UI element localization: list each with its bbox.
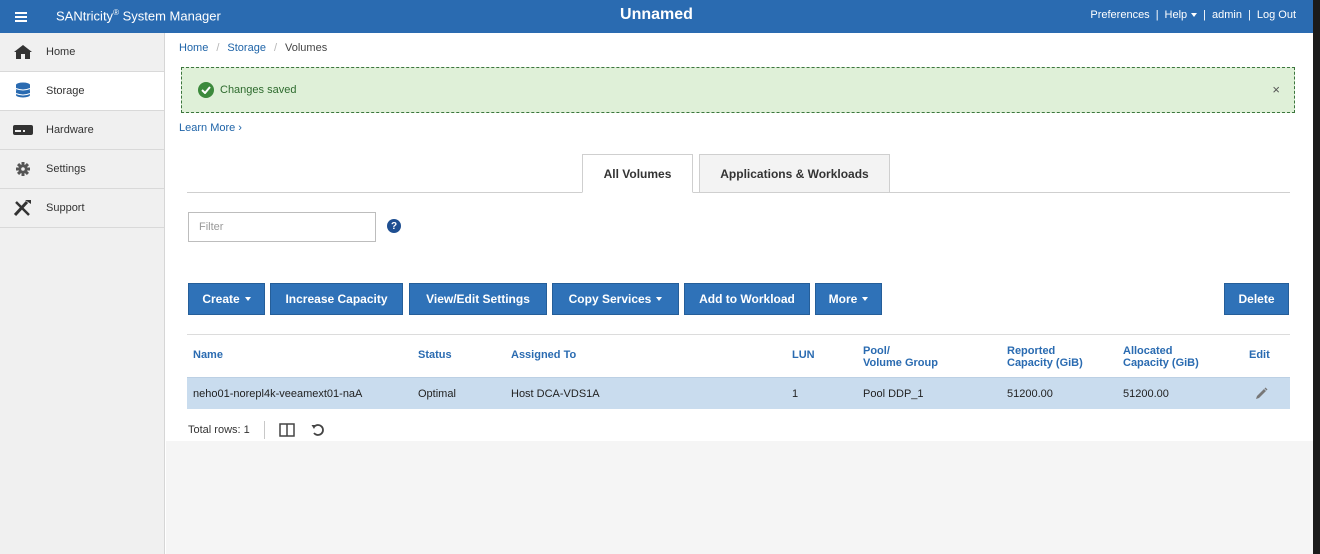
sidebar-item-label: Settings [46, 163, 86, 175]
header-separator: | [1203, 9, 1207, 21]
pencil-icon[interactable] [1253, 386, 1269, 405]
preferences-link[interactable]: Preferences [1090, 9, 1149, 21]
sidebar-item-support[interactable]: Support [0, 189, 164, 228]
header-separator: | [1155, 9, 1159, 21]
top-bar: SANtricity® System Manager Unnamed Prefe… [0, 0, 1313, 33]
sidebar-item-label: Storage [46, 85, 85, 97]
main-area: Home / Storage / Volumes Changes saved ×… [166, 33, 1313, 554]
column-header-lun[interactable]: LUN [792, 349, 815, 361]
sidebar-item-label: Home [46, 46, 76, 58]
header-separator: | [1248, 9, 1251, 21]
chevron-down-icon [862, 297, 869, 301]
cell-name: neho01-norepl4k-veeamext01-naA [193, 388, 363, 400]
column-header-allocated-capacity[interactable]: Allocated Capacity (GiB) [1123, 345, 1199, 369]
column-header-edit: Edit [1249, 349, 1270, 361]
column-header-name[interactable]: Name [193, 349, 223, 361]
sidebar-item-settings[interactable]: Settings [0, 150, 164, 189]
create-button[interactable]: Create [188, 283, 265, 315]
total-rows: Total rows: 1 [188, 424, 250, 436]
cell-assigned-to: Host DCA-VDS1A [511, 388, 600, 400]
sidebar-item-home[interactable]: Home [0, 33, 164, 72]
table-top-border [187, 334, 1290, 335]
footer-divider [263, 421, 265, 439]
hardware-icon [0, 124, 46, 136]
check-circle-icon [198, 82, 214, 98]
copy-services-button[interactable]: Copy Services [552, 283, 679, 315]
breadcrumb-current: Volumes [285, 42, 328, 54]
window-edge [1313, 0, 1320, 554]
column-header-pool[interactable]: Pool/Volume Group [863, 345, 938, 369]
sidebar: Home Storage Hardware Settings Support [0, 33, 165, 554]
tools-icon [0, 199, 46, 217]
close-icon[interactable]: × [1272, 82, 1280, 97]
menu-icon[interactable] [0, 0, 41, 33]
column-header-status[interactable]: Status [418, 349, 452, 361]
sidebar-item-label: Support [46, 202, 85, 214]
database-icon [0, 82, 46, 100]
increase-capacity-button[interactable]: Increase Capacity [270, 283, 403, 315]
user-link[interactable]: admin [1212, 9, 1242, 21]
table-row[interactable]: neho01-norepl4k-veeamext01-naA Optimal H… [187, 377, 1290, 409]
filter-input[interactable] [188, 212, 376, 242]
logout-link[interactable]: Log Out [1257, 9, 1296, 21]
cell-pool: Pool DDP_1 [863, 388, 924, 400]
breadcrumb-separator: / [216, 42, 220, 54]
tab-all-volumes[interactable]: All Volumes [582, 154, 693, 193]
chevron-down-icon [1191, 13, 1198, 18]
chevron-down-icon [656, 297, 663, 301]
content-panel: Home / Storage / Volumes Changes saved ×… [166, 33, 1313, 441]
help-menu[interactable]: Help [1165, 9, 1198, 21]
gear-icon [0, 162, 46, 176]
more-button[interactable]: More [815, 283, 882, 315]
home-icon [0, 44, 46, 60]
delete-button[interactable]: Delete [1224, 283, 1289, 315]
sidebar-item-hardware[interactable]: Hardware [0, 111, 164, 150]
sidebar-item-storage[interactable]: Storage [0, 72, 164, 111]
app-title: SANtricity® System Manager [56, 8, 221, 24]
sidebar-item-label: Hardware [46, 124, 94, 136]
success-alert: Changes saved × [181, 67, 1295, 113]
cell-lun: 1 [792, 388, 799, 400]
cell-reported-capacity: 51200.00 [1007, 388, 1053, 400]
cell-status: Optimal [418, 388, 456, 400]
learn-more-link[interactable]: Learn More › [179, 122, 242, 134]
column-header-reported-capacity[interactable]: Reported Capacity (GiB) [1007, 345, 1083, 369]
columns-icon[interactable] [279, 423, 295, 437]
header-links: Preferences | Help | admin | Log Out [1090, 9, 1296, 21]
breadcrumb-storage[interactable]: Storage [227, 42, 266, 54]
tab-applications-workloads[interactable]: Applications & Workloads [699, 154, 890, 193]
breadcrumb-home[interactable]: Home [179, 42, 208, 54]
help-icon[interactable]: ? [387, 219, 401, 233]
breadcrumb: Home / Storage / Volumes [179, 42, 327, 54]
column-header-assigned-to[interactable]: Assigned To [511, 349, 576, 361]
view-edit-settings-button[interactable]: View/Edit Settings [409, 283, 547, 315]
alert-message: Changes saved [220, 84, 297, 96]
refresh-icon[interactable] [311, 423, 325, 437]
add-to-workload-button[interactable]: Add to Workload [684, 283, 810, 315]
chevron-down-icon [244, 297, 251, 301]
cell-allocated-capacity: 51200.00 [1123, 388, 1169, 400]
breadcrumb-separator: / [273, 42, 277, 54]
table-footer: Total rows: 1 [188, 421, 341, 439]
